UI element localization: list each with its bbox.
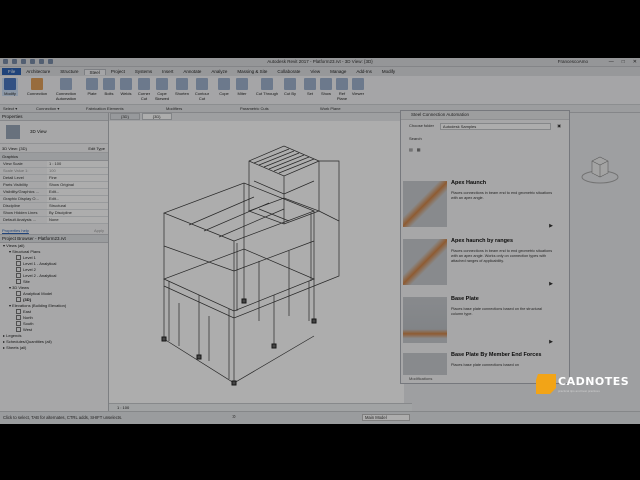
- cadnotes-logo-mark: [536, 374, 556, 394]
- revit-window: Autodesk Revit 2017 - Platform23.rvt - 3…: [0, 58, 640, 424]
- dimming-overlay: [0, 58, 640, 424]
- cadnotes-tagline: practical tips and best practices: [558, 389, 600, 393]
- cadnotes-logo-text: CADNOTES: [558, 375, 630, 388]
- cadnotes-logo: CADNOTES practical tips and best practic…: [536, 373, 630, 397]
